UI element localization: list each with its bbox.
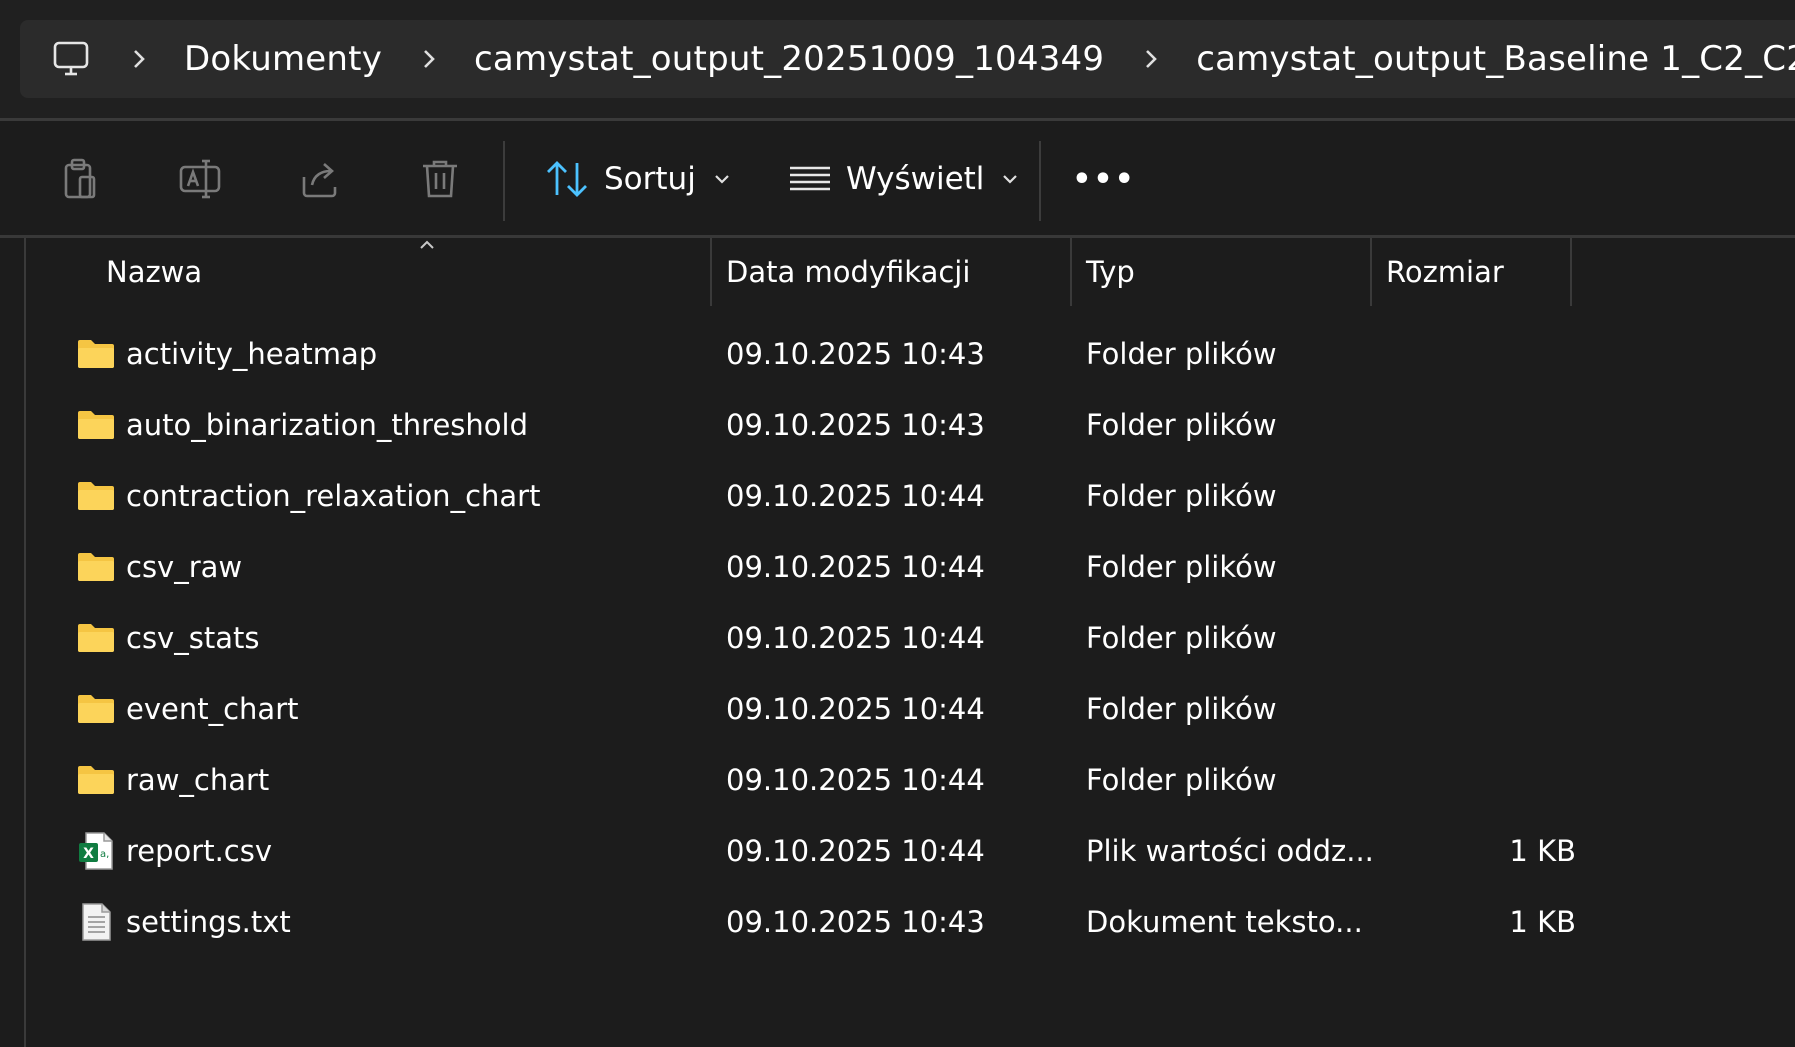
file-name: raw_chart	[126, 762, 270, 797]
file-size	[1386, 673, 1576, 744]
view-button[interactable]: Wyświetl	[788, 154, 1020, 204]
file-name: settings.txt	[126, 904, 291, 939]
folder-icon	[76, 744, 116, 815]
file-name: contraction_relaxation_chart	[126, 478, 541, 513]
file-size	[1386, 460, 1576, 531]
file-name: report.csv	[126, 833, 273, 868]
column-header-row: Nazwa Data modyfikacji Typ Rozmiar	[26, 238, 1795, 306]
command-bar: Sortuj Wyświetl •••	[0, 121, 1795, 235]
view-label: Wyświetl	[846, 161, 985, 197]
file-size	[1386, 318, 1576, 389]
file-date: 09.10.2025 10:44	[726, 833, 985, 868]
folder-icon	[76, 673, 116, 744]
folder-icon	[76, 460, 116, 531]
chevron-right-icon[interactable]	[422, 39, 436, 79]
table-row[interactable]: event_chart 09.10.2025 10:44 Folder plik…	[26, 673, 1795, 744]
file-name: csv_raw	[126, 549, 243, 584]
file-date: 09.10.2025 10:44	[726, 549, 985, 584]
file-size: 1 KB	[1509, 904, 1576, 939]
folder-icon	[76, 389, 116, 460]
file-type: Folder plików	[1086, 478, 1277, 513]
toolbar-divider	[1039, 141, 1041, 221]
sort-button[interactable]: Sortuj	[544, 154, 732, 204]
breadcrumb-item-dokumenty[interactable]: Dokumenty	[184, 39, 382, 79]
folder-icon	[76, 318, 116, 389]
chevron-right-icon[interactable]	[132, 39, 146, 79]
column-divider[interactable]	[1070, 238, 1072, 306]
file-type: Folder plików	[1086, 691, 1277, 726]
chevron-down-icon	[715, 175, 729, 184]
table-row[interactable]: settings.txt 09.10.2025 10:43 Dokument t…	[26, 886, 1795, 957]
list-view-icon	[790, 166, 830, 191]
file-date: 09.10.2025 10:44	[726, 691, 985, 726]
file-type: Folder plików	[1086, 762, 1277, 797]
file-size	[1386, 602, 1576, 673]
sort-label: Sortuj	[604, 161, 696, 197]
file-type: Folder plików	[1086, 549, 1277, 584]
column-header-type[interactable]: Typ	[1086, 238, 1135, 306]
table-row[interactable]: Xa, report.csv 09.10.2025 10:44 Plik war…	[26, 815, 1795, 886]
file-type: Folder plików	[1086, 620, 1277, 655]
column-divider[interactable]	[710, 238, 712, 306]
delete-button[interactable]	[414, 154, 466, 204]
file-name: activity_heatmap	[126, 336, 378, 371]
column-header-size[interactable]: Rozmiar	[1386, 238, 1504, 306]
rename-button[interactable]	[174, 154, 226, 204]
share-button[interactable]	[294, 154, 346, 204]
trash-icon	[423, 160, 457, 198]
file-name: auto_binarization_threshold	[126, 407, 528, 442]
column-divider[interactable]	[1570, 238, 1572, 306]
file-list: activity_heatmap 09.10.2025 10:43 Folder…	[26, 318, 1795, 957]
clipboard-icon	[64, 158, 96, 199]
file-date: 09.10.2025 10:43	[726, 336, 985, 371]
table-row[interactable]: contraction_relaxation_chart 09.10.2025 …	[26, 460, 1795, 531]
computer-icon[interactable]	[52, 39, 90, 79]
file-type: Folder plików	[1086, 407, 1277, 442]
file-name: event_chart	[126, 691, 299, 726]
file-size	[1386, 744, 1576, 815]
excel-csv-icon: Xa,	[76, 815, 116, 886]
table-row[interactable]: auto_binarization_threshold 09.10.2025 1…	[26, 389, 1795, 460]
column-divider[interactable]	[1370, 238, 1372, 306]
rename-icon	[179, 159, 221, 199]
file-date: 09.10.2025 10:44	[726, 478, 985, 513]
table-row[interactable]: raw_chart 09.10.2025 10:44 Folder plików	[26, 744, 1795, 815]
file-date: 09.10.2025 10:43	[726, 407, 985, 442]
table-row[interactable]: csv_stats 09.10.2025 10:44 Folder plików	[26, 602, 1795, 673]
table-row[interactable]: csv_raw 09.10.2025 10:44 Folder plików	[26, 531, 1795, 602]
file-name: csv_stats	[126, 620, 260, 655]
file-size: 1 KB	[1509, 833, 1576, 868]
sort-ascending-icon	[420, 240, 434, 249]
navigation-pane-edge	[0, 238, 26, 1047]
file-size	[1386, 389, 1576, 460]
column-header-name[interactable]: Nazwa	[106, 238, 202, 306]
chevron-down-icon	[1003, 175, 1018, 184]
file-size	[1386, 531, 1576, 602]
breadcrumb[interactable]: Dokumenty camystat_output_20251009_10434…	[20, 20, 1795, 98]
text-file-icon	[76, 886, 116, 957]
table-row[interactable]: activity_heatmap 09.10.2025 10:43 Folder…	[26, 318, 1795, 389]
more-options-button[interactable]: •••	[1072, 154, 1134, 204]
folder-icon	[76, 602, 116, 673]
share-icon	[302, 163, 337, 198]
column-header-date[interactable]: Data modyfikacji	[726, 238, 970, 306]
file-date: 09.10.2025 10:43	[726, 904, 985, 939]
breadcrumb-item-current[interactable]: camystat_output_Baseline 1_C2_C2	[1196, 39, 1795, 79]
file-type: Dokument teksto...	[1086, 904, 1363, 939]
file-type: Plik wartości oddz...	[1086, 833, 1374, 868]
file-type: Folder plików	[1086, 336, 1277, 371]
folder-icon	[76, 531, 116, 602]
toolbar-divider	[503, 141, 505, 221]
svg-text:X: X	[83, 846, 94, 862]
file-date: 09.10.2025 10:44	[726, 620, 985, 655]
chevron-right-icon[interactable]	[1144, 39, 1158, 79]
file-date: 09.10.2025 10:44	[726, 762, 985, 797]
breadcrumb-item-output-folder[interactable]: camystat_output_20251009_104349	[474, 39, 1104, 79]
svg-text:a,: a,	[100, 849, 109, 860]
paste-button[interactable]	[54, 154, 106, 204]
sort-arrows-icon	[547, 161, 587, 197]
